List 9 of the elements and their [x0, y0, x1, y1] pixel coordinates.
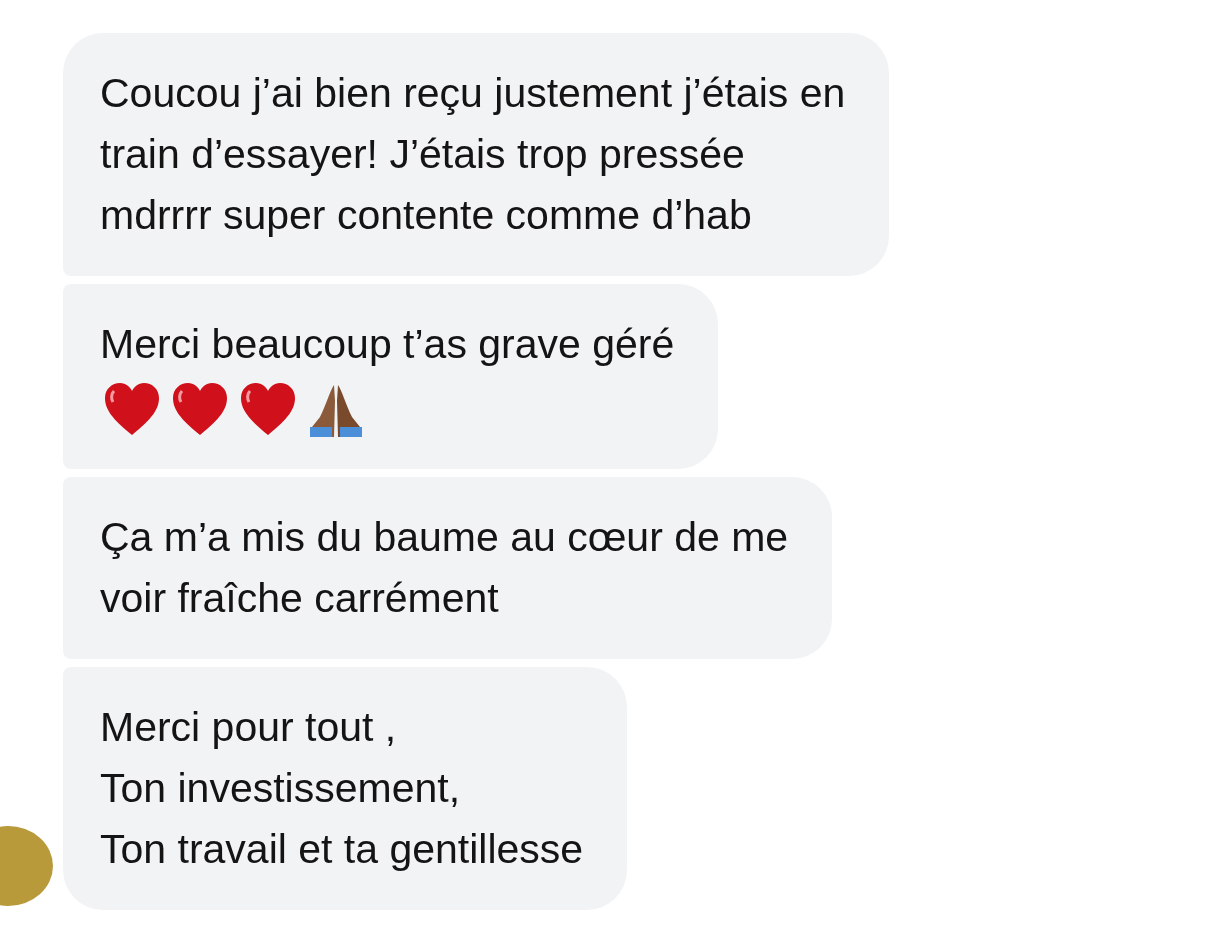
message-text: Ton travail et ta gentillesse — [100, 825, 584, 874]
message-text: voir fraîche carrément — [100, 574, 500, 623]
message-text: mdrrrr super contente comme d’hab — [100, 191, 753, 240]
message-text: Coucou j’ai bien reçu justement j’étais en — [100, 69, 846, 118]
message-text: train d’essayer! J’étais trop pressée — [100, 130, 746, 179]
message-text: Ton investissement, — [100, 764, 462, 813]
message-text: Merci beaucoup t’as grave géré — [100, 320, 675, 369]
message-text: Merci pour tout , — [100, 703, 398, 752]
message-text: Ça m’a mis du baume au cœur de me — [100, 513, 789, 562]
